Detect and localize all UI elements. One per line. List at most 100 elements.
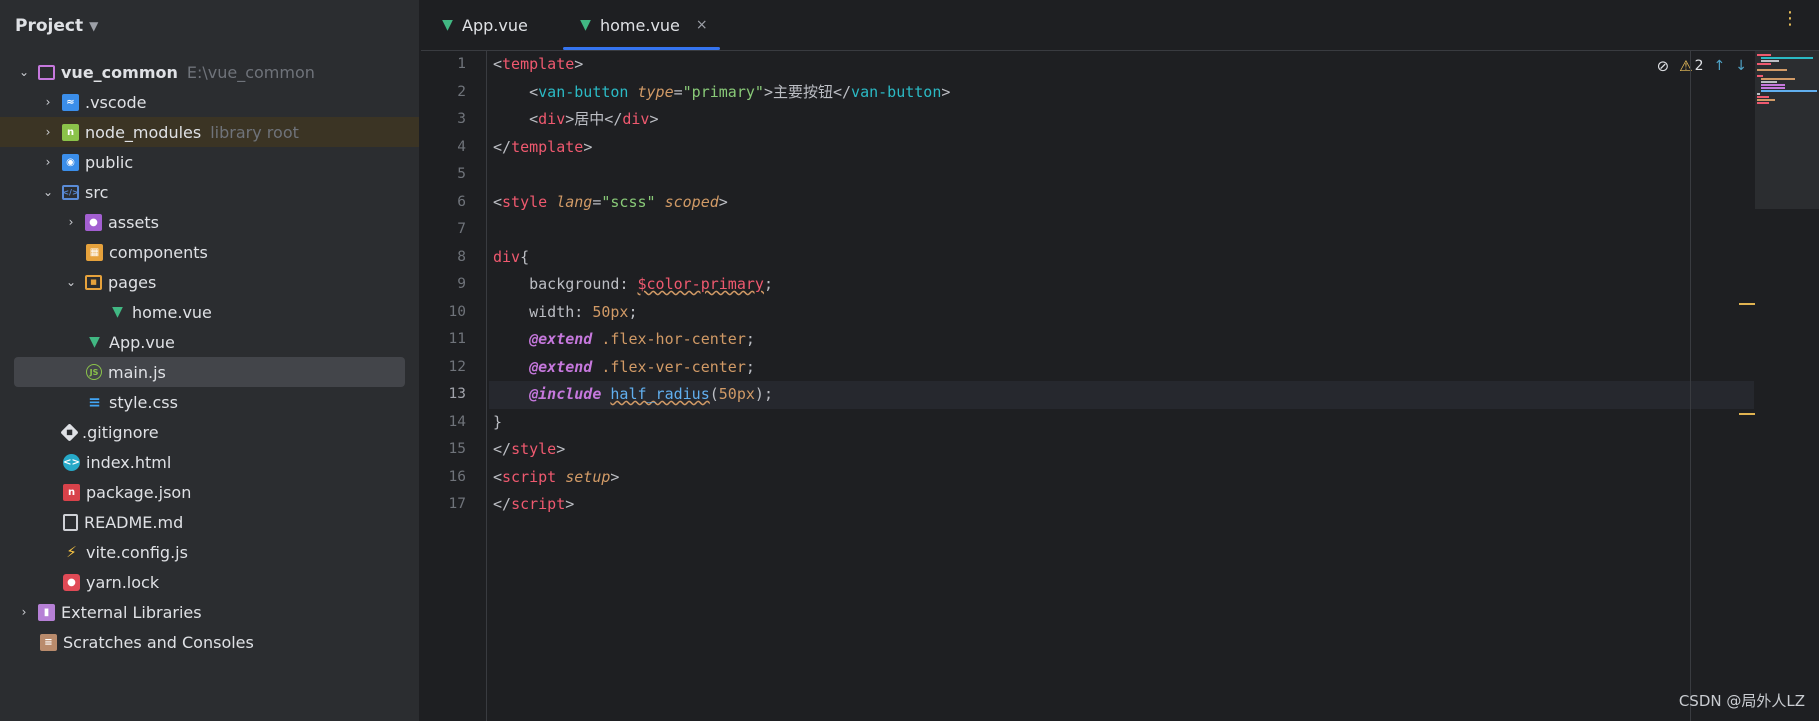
line-number: 16 [448, 468, 466, 485]
tree-item-style-css[interactable]: ≡ style.css [0, 387, 419, 417]
tree-item-app-vue[interactable]: ▼ App.vue [0, 327, 419, 357]
tree-item-label: assets [108, 212, 159, 232]
tree-item-gitignore[interactable]: ◆ .gitignore [0, 417, 419, 447]
chevron-right-icon[interactable]: › [40, 125, 56, 139]
tree-item-src[interactable]: ⌄ </> src [0, 177, 419, 207]
code-line[interactable] [489, 216, 1754, 244]
warning-stripe-marker[interactable] [1739, 303, 1755, 305]
code-line[interactable]: div{ [489, 244, 1754, 272]
tree-item-label: home.vue [132, 302, 212, 322]
minimap-line [1757, 54, 1771, 56]
vue-icon: ▼ [580, 17, 591, 33]
line-number: 5 [457, 166, 466, 182]
warning-stripe-marker[interactable] [1739, 413, 1755, 415]
tree-item-vite-config[interactable]: ⚡ vite.config.js [0, 537, 419, 567]
tree-item-public[interactable]: › ◉ public [0, 147, 419, 177]
tree-item-readme-md[interactable]: README.md [0, 507, 419, 537]
chevron-right-icon[interactable]: › [40, 155, 56, 169]
code-token: $color-primary [637, 275, 764, 293]
minimap-line [1757, 102, 1769, 104]
tab-home-vue[interactable]: ▼ home.vue × [563, 0, 720, 50]
more-options-icon[interactable]: ⋮ [1781, 10, 1799, 28]
chevron-right-icon[interactable]: › [63, 215, 79, 229]
code-line[interactable]: <div>居中</div> [489, 106, 1754, 134]
code-token: > [941, 82, 951, 101]
tree-item-label: main.js [108, 362, 166, 382]
code-line[interactable]: @extend .flex-hor-center; [489, 326, 1754, 354]
tree-item-hint: library root [210, 122, 299, 142]
chevron-right-icon[interactable]: › [16, 605, 32, 619]
chevron-down-icon[interactable]: ⌄ [16, 65, 32, 79]
code-token: "primary" [682, 82, 764, 101]
code-line[interactable] [489, 161, 1754, 189]
tree-item-package-json[interactable]: n package.json [0, 477, 419, 507]
code-token: style [511, 440, 557, 458]
tree-item-vscode[interactable]: › ≈ .vscode [0, 87, 419, 117]
code-line[interactable]: @extend .flex-ver-center; [489, 354, 1754, 382]
tree-item-main-js[interactable]: JS main.js [14, 357, 405, 387]
code-line[interactable]: background: $color-primary; [489, 271, 1754, 299]
code-line[interactable]: <van-button type="primary">主要按钮</van-but… [489, 79, 1754, 107]
chevron-down-icon[interactable]: ⌄ [63, 275, 79, 289]
tree-item-scratches[interactable]: ≡ Scratches and Consoles [0, 627, 419, 657]
code-line[interactable]: </style> [489, 436, 1754, 464]
code-token: </ [493, 440, 512, 458]
eye-crossed-icon[interactable]: ⊘ [1657, 57, 1670, 75]
code-token: > [610, 467, 620, 486]
code-line[interactable]: <style lang="scss" scoped> [489, 189, 1754, 217]
code-line[interactable]: } [489, 409, 1754, 437]
tree-item-node-modules[interactable]: › n node_modules library root [0, 117, 419, 147]
arrow-down-icon[interactable]: ↓ [1735, 58, 1747, 74]
code-line[interactable]: <script setup> [489, 464, 1754, 492]
tree-item-external-libraries[interactable]: › ▮ External Libraries [0, 597, 419, 627]
tree-item-label: package.json [86, 482, 192, 502]
code-line[interactable]: <template> [489, 51, 1754, 79]
editor-tabs: ▼ App.vue ▼ home.vue × ⋮ [421, 0, 1819, 51]
code-token: > [763, 82, 773, 101]
code-token: 居中 [574, 110, 605, 128]
line-number: 11 [448, 331, 466, 347]
tree-item-assets[interactable]: › ● assets [0, 207, 419, 237]
line-number: 17 [448, 496, 466, 512]
tree-item-label: App.vue [109, 332, 175, 352]
minimap[interactable] [1755, 51, 1819, 209]
tree-item-vue-common[interactable]: ⌄ vue_common E:\vue_common [0, 57, 419, 87]
minimap-line [1757, 93, 1760, 95]
code-token: > [565, 110, 575, 128]
chevron-down-icon[interactable]: ▼ [89, 19, 98, 33]
components-folder-icon: ▦ [86, 243, 103, 261]
tree-item-yarn-lock[interactable]: ● yarn.lock [0, 567, 419, 597]
code-editor[interactable]: <template> <van-button type="primary">主要… [489, 51, 1754, 519]
tree-item-pages[interactable]: ⌄ ■ pages [0, 267, 419, 297]
code-line-current[interactable]: @include half_radius(50px); [489, 381, 1754, 409]
tab-label: home.vue [600, 15, 680, 35]
tab-app-vue[interactable]: ▼ App.vue [439, 0, 528, 50]
code-line[interactable]: </template> [489, 134, 1754, 162]
tree-item-index-html[interactable]: <> index.html [0, 447, 419, 477]
line-number: 12 [448, 358, 466, 375]
code-token: lang [556, 192, 593, 211]
code-token: ; [745, 330, 755, 348]
tree-item-home-vue[interactable]: ▼ home.vue [0, 297, 419, 327]
chevron-down-icon[interactable]: ⌄ [40, 185, 56, 199]
code-line[interactable]: </script> [489, 491, 1754, 519]
chevron-right-icon[interactable]: › [40, 95, 56, 109]
line-number: 3 [457, 111, 466, 127]
code-token: ; [745, 357, 755, 376]
project-view-header[interactable]: Project ▼ [0, 0, 419, 52]
arrow-up-icon[interactable]: ↑ [1714, 58, 1726, 74]
folder-icon [38, 64, 55, 80]
close-icon[interactable]: × [696, 17, 708, 33]
code-line[interactable]: width: 50px; [489, 299, 1754, 327]
code-token: .flex-ver-center [601, 357, 746, 376]
inspection-widget: ⊘ ⚠ 2 ↑ ↓ [1657, 57, 1747, 75]
code-token: ; [628, 302, 638, 321]
code-token: ( [709, 385, 719, 403]
tree-item-components[interactable]: ▦ components [0, 237, 419, 267]
minimap-line [1761, 60, 1779, 62]
line-number: 14 [448, 413, 466, 430]
